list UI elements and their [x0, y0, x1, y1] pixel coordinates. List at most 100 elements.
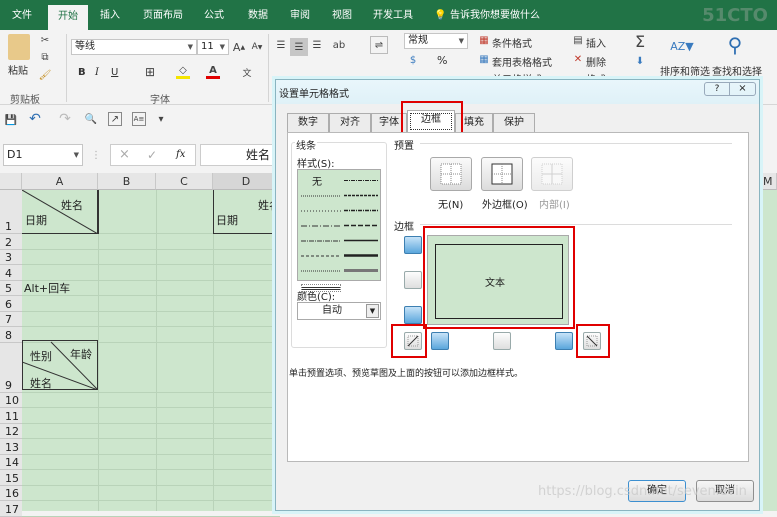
increase-font-icon[interactable]: A ▲: [232, 39, 246, 55]
tell-me-search[interactable]: 告诉我你想要做什么: [450, 0, 550, 30]
font-color-icon[interactable]: A: [206, 65, 220, 79]
underline-button[interactable]: U: [111, 67, 118, 78]
align-bottom-icon[interactable]: ☰: [310, 38, 324, 52]
preset-inside-button[interactable]: [531, 157, 573, 191]
dialog-tab-number[interactable]: 数字: [287, 113, 329, 132]
tab-page-layout[interactable]: 页面布局: [136, 0, 190, 30]
row-header[interactable]: 9: [0, 342, 22, 393]
line-style-option[interactable]: [301, 269, 341, 273]
name-box[interactable]: D1 ▼: [3, 144, 83, 166]
dialog-tab-alignment[interactable]: 对齐: [329, 113, 371, 132]
column-header-d[interactable]: D: [213, 173, 280, 190]
border-top-button[interactable]: [404, 236, 422, 254]
border-inside-horizontal-button[interactable]: [404, 271, 422, 289]
number-format-combo[interactable]: 常规 ▼: [404, 33, 468, 49]
save-icon[interactable]: 💾: [4, 113, 18, 127]
enter-formula-button[interactable]: ✓: [147, 148, 157, 162]
form-icon[interactable]: A≡: [132, 112, 146, 126]
delete-cells-button[interactable]: 删除: [586, 54, 606, 69]
line-style-option[interactable]: [301, 194, 341, 198]
row-header[interactable]: 2: [0, 234, 22, 250]
cell-a1[interactable]: 姓名 日期: [22, 190, 98, 234]
line-style-option[interactable]: [344, 223, 378, 228]
conditional-format-button[interactable]: 条件格式: [492, 35, 532, 50]
row-header[interactable]: 11: [0, 408, 22, 424]
line-style-option[interactable]: [344, 268, 378, 273]
cell-styles-button[interactable]: 单元格样式: [492, 71, 542, 79]
line-style-option[interactable]: [344, 238, 378, 243]
line-style-option[interactable]: [301, 254, 341, 258]
insert-cells-button[interactable]: 插入: [586, 35, 606, 50]
tab-home[interactable]: 开始: [48, 5, 88, 30]
row-header[interactable]: 13: [0, 439, 22, 455]
border-inside-vertical-button[interactable]: [493, 332, 511, 350]
column-header-c[interactable]: C: [156, 173, 213, 190]
insert-function-button[interactable]: fx: [176, 149, 185, 160]
tab-insert[interactable]: 插入: [92, 0, 128, 30]
format-as-table-button[interactable]: 套用表格格式: [492, 54, 552, 69]
decrease-font-icon[interactable]: A ▼: [250, 39, 264, 55]
color-picker[interactable]: 自动 ▼: [297, 302, 381, 320]
font-size-combo[interactable]: 11 ▼: [197, 39, 229, 55]
print-preview-icon[interactable]: 🔍: [84, 112, 98, 126]
percent-button[interactable]: %: [437, 54, 447, 67]
autosum-icon[interactable]: Σ: [632, 32, 648, 51]
formula-input[interactable]: 姓名: [200, 144, 275, 166]
tab-file[interactable]: 文件: [4, 0, 40, 30]
cell-d1[interactable]: 姓名 日期: [213, 190, 280, 234]
dialog-tab-protection[interactable]: 保护: [493, 113, 535, 132]
cut-icon[interactable]: ✂: [38, 33, 52, 47]
row-header[interactable]: 14: [0, 454, 22, 470]
row-header[interactable]: 16: [0, 485, 22, 501]
sort-filter-button[interactable]: 排序和筛选: [660, 63, 710, 78]
row-header[interactable]: 3: [0, 249, 22, 265]
bold-button[interactable]: B: [78, 67, 86, 78]
line-style-none[interactable]: 无: [312, 173, 322, 188]
phonetic-icon[interactable]: 文: [240, 65, 254, 79]
dialog-title-bar[interactable]: 设置单元格格式 ? ×: [276, 80, 759, 104]
fill-color-icon[interactable]: ◇: [176, 65, 190, 79]
refresh-icon[interactable]: ↗: [108, 112, 122, 126]
line-style-option[interactable]: [344, 208, 378, 213]
line-style-option[interactable]: [301, 209, 341, 213]
tab-formulas[interactable]: 公式: [196, 0, 232, 30]
tab-developer[interactable]: 开发工具: [368, 0, 418, 30]
line-style-option[interactable]: [344, 178, 378, 183]
preset-outline-button[interactable]: [481, 157, 523, 191]
splitter-handle[interactable]: ⋮: [91, 149, 101, 161]
line-style-option[interactable]: [344, 253, 378, 258]
italic-button[interactable]: I: [95, 67, 99, 78]
tab-view[interactable]: 视图: [324, 0, 360, 30]
borders-icon[interactable]: ⊞: [143, 65, 157, 79]
align-middle-icon[interactable]: ☰: [290, 38, 308, 56]
row-header[interactable]: 17: [0, 501, 22, 517]
cell-a9[interactable]: 年龄 性别 姓名: [22, 340, 98, 390]
cancel-formula-button[interactable]: ×: [119, 147, 130, 162]
row-header[interactable]: 1: [0, 190, 22, 234]
format-cells-button[interactable]: 格式: [586, 71, 606, 79]
paste-label[interactable]: 粘贴: [8, 62, 28, 77]
column-header-b[interactable]: B: [98, 173, 156, 190]
border-bottom-button[interactable]: [404, 306, 422, 324]
column-header-m[interactable]: M: [760, 173, 777, 190]
tab-review[interactable]: 审阅: [282, 0, 318, 30]
tab-data[interactable]: 数据: [240, 0, 276, 30]
copy-icon[interactable]: ⧉: [38, 50, 52, 64]
font-name-combo[interactable]: 等线 ▼: [71, 39, 197, 55]
row-header[interactable]: 7: [0, 311, 22, 327]
help-button[interactable]: ?: [704, 82, 730, 96]
row-header[interactable]: 10: [0, 392, 22, 408]
find-select-button[interactable]: 查找和选择: [712, 63, 762, 78]
orientation-icon[interactable]: ab: [330, 38, 348, 52]
close-button[interactable]: ×: [730, 82, 756, 96]
align-top-icon[interactable]: ☰: [274, 38, 288, 52]
customize-qat-icon[interactable]: ▾: [156, 112, 166, 126]
row-header[interactable]: 4: [0, 265, 22, 281]
cell-a5-text[interactable]: Alt+回车: [24, 280, 70, 296]
redo-icon[interactable]: ↷: [58, 111, 72, 127]
undo-icon[interactable]: ↶: [28, 111, 42, 127]
color-dropdown-arrow-icon[interactable]: ▼: [366, 304, 379, 318]
fill-icon[interactable]: ⬇: [632, 53, 648, 69]
select-all-corner[interactable]: [0, 173, 22, 190]
line-style-option[interactable]: [301, 239, 341, 243]
